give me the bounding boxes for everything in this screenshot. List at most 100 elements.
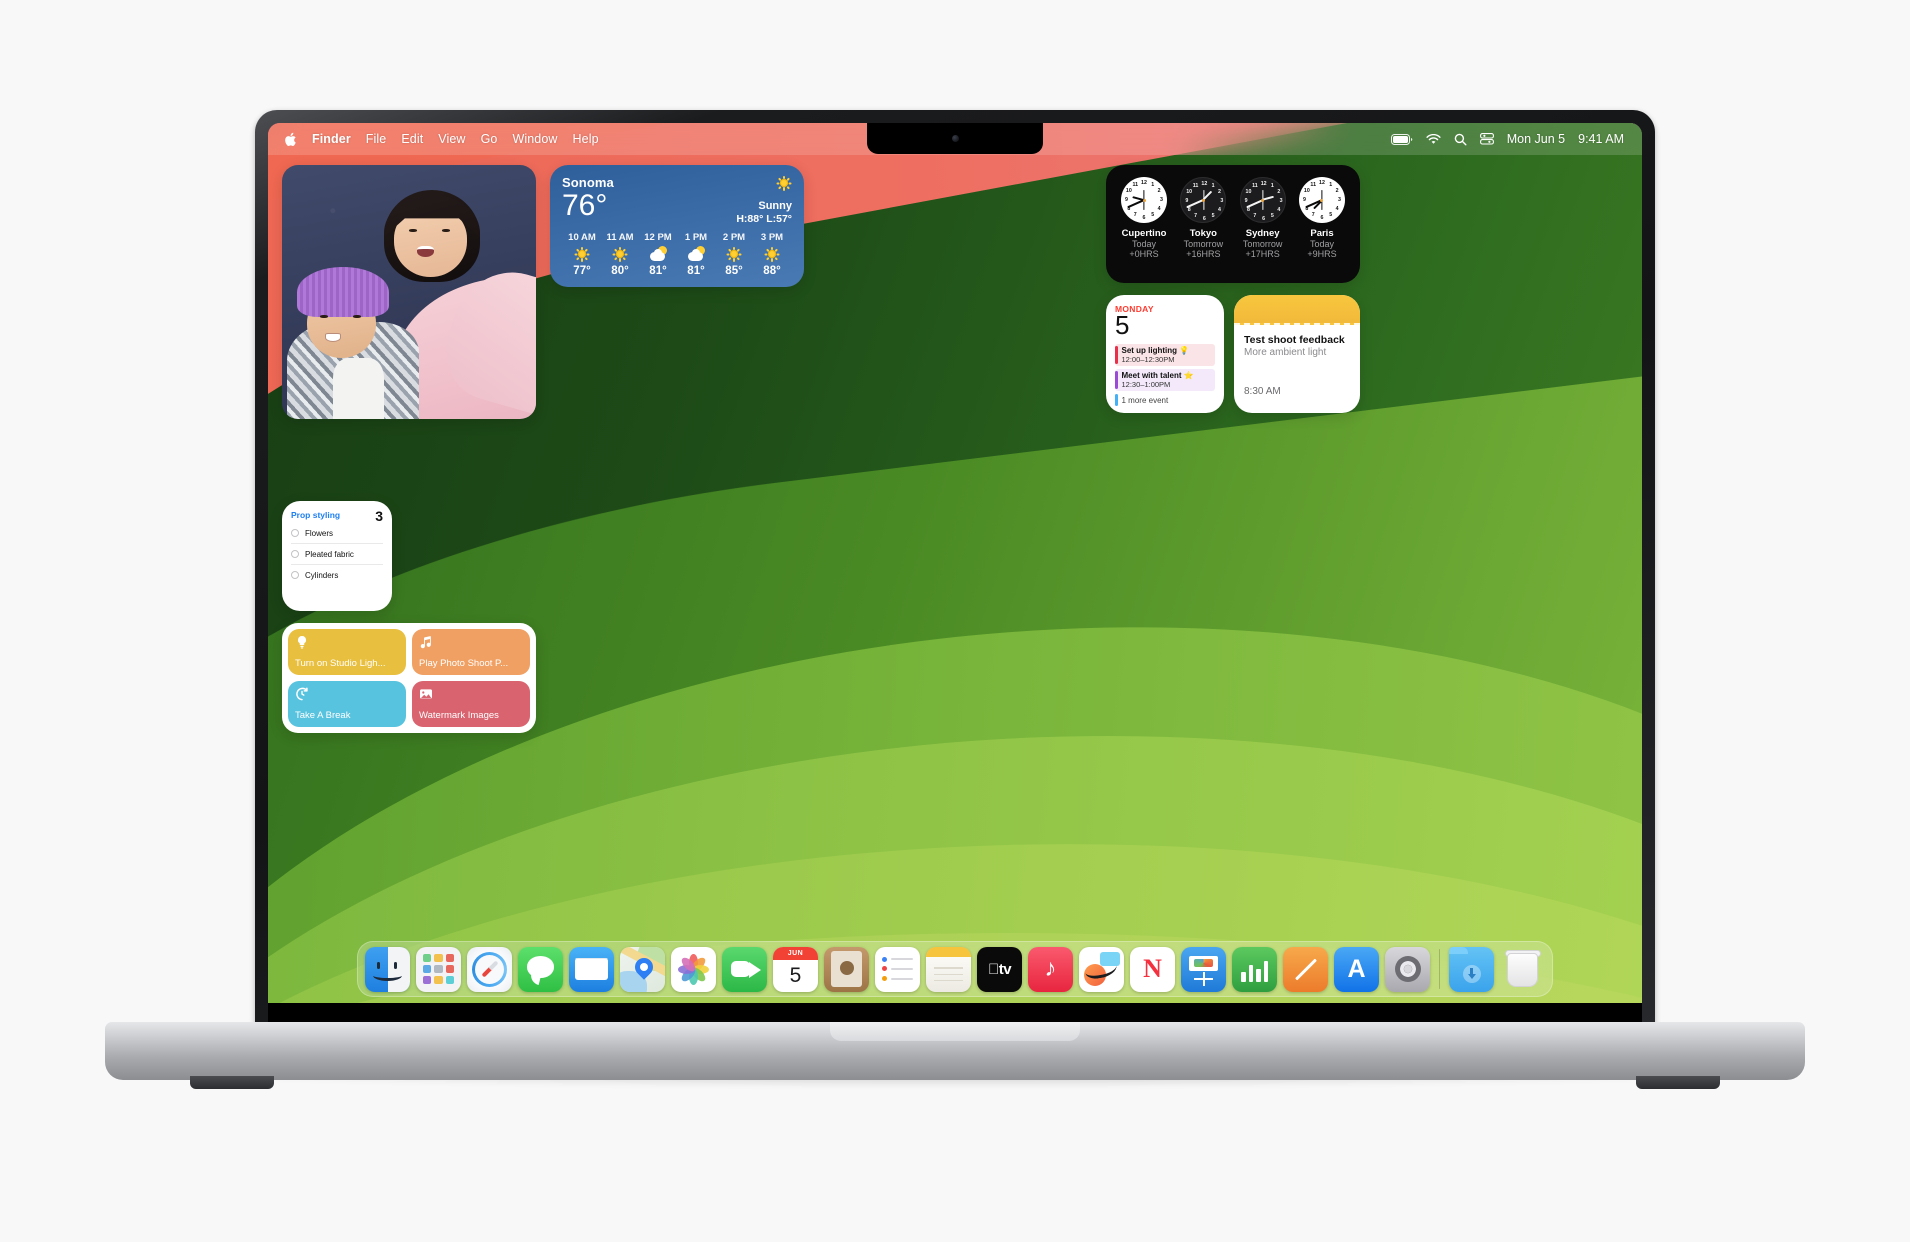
photo-child-shirt — [332, 358, 384, 419]
dock-item-app-store[interactable]: A — [1334, 946, 1379, 992]
dock-item-system-settings[interactable] — [1385, 946, 1430, 992]
dock-item-contacts[interactable] — [824, 946, 869, 992]
clock-numeral: 12 — [1141, 179, 1147, 186]
calendar-event-text: Meet with talent ⭐ 12:30–1:00PM — [1122, 371, 1194, 389]
battery-icon[interactable] — [1390, 133, 1413, 145]
shortcut-tile[interactable]: Turn on Studio Ligh... — [288, 629, 406, 675]
notes-widget[interactable]: Test shoot feedback More ambient light 8… — [1234, 295, 1360, 413]
photos-widget[interactable] — [282, 165, 536, 419]
world-clock-item[interactable]: 12 1 2 3 4 5 6 7 8 9 10 11 Paris Today +9HRS — [1294, 177, 1350, 259]
clock-offset-label: +0HRS — [1129, 249, 1159, 259]
partly-cloudy-icon — [687, 246, 705, 262]
search-icon[interactable] — [1454, 133, 1467, 146]
calendar-event-time: 12:30–1:00PM — [1121, 380, 1171, 390]
reminder-checkbox[interactable] — [291, 571, 299, 580]
dock-item-news[interactable]: N — [1130, 946, 1175, 992]
photo-child-mouth — [325, 332, 342, 342]
reminders-widget[interactable]: Prop styling 3 Flowers Pleated fabric Cyli… — [282, 501, 392, 611]
clock-numeral: 12 — [1201, 180, 1208, 187]
dock-separator — [1439, 949, 1440, 989]
macbook-pro: Finder File Edit View Go Window Help Mon… — [255, 110, 1655, 1030]
dock-item-mail[interactable] — [569, 946, 614, 992]
menu-item-window[interactable]: Window — [512, 132, 557, 146]
menu-item-edit[interactable]: Edit — [401, 132, 423, 146]
dock-item-launchpad[interactable] — [416, 946, 461, 992]
shortcut-tile[interactable]: Play Photo Shoot P... — [412, 629, 530, 675]
clock-numeral: 6 — [1202, 215, 1206, 222]
calendar-more-events[interactable]: 1 more event — [1115, 394, 1215, 407]
dock-item-notes[interactable] — [926, 946, 971, 992]
menu-item-go[interactable]: Go — [481, 132, 498, 146]
dock-item-keynote[interactable] — [1181, 946, 1226, 992]
dock-item-pages[interactable] — [1283, 946, 1328, 992]
calendar-event-list: Set up lighting 💡 12:00–12:30PM Meet with … — [1115, 344, 1215, 407]
world-clock-item[interactable]: 12 1 2 3 4 5 6 7 8 9 10 11 Cupertino Today +0HRS — [1116, 177, 1172, 259]
reminder-checkbox[interactable] — [291, 550, 299, 559]
dock-item-maps[interactable] — [620, 946, 665, 992]
menu-bar-date[interactable]: Mon Jun 5 — [1507, 132, 1565, 146]
world-clock-item[interactable]: 12 1 2 3 4 5 6 7 8 9 10 11 Sydney Tomorrow +17HRS — [1235, 177, 1291, 259]
display-notch — [867, 123, 1043, 154]
dock-item-numbers[interactable] — [1232, 946, 1277, 992]
dock-item-photos[interactable] — [671, 946, 716, 992]
dock-item-finder[interactable] — [365, 946, 410, 992]
world-clock-item[interactable]: 12 1 2 3 4 5 6 7 8 9 10 11 Tokyo Tomorrow +16HRS — [1175, 177, 1231, 259]
dock-item-music[interactable]: ♪ — [1028, 946, 1073, 992]
clock-numeral: 5 — [1270, 213, 1274, 220]
reminder-item[interactable]: Cylinders — [291, 565, 383, 585]
clock-numeral: 7 — [1253, 213, 1257, 220]
apple-logo-icon[interactable] — [284, 132, 297, 147]
timer-icon — [295, 687, 399, 706]
photo-icon — [419, 687, 523, 706]
calendar-event[interactable]: Meet with talent ⭐ 12:30–1:00PM — [1115, 369, 1215, 392]
menu-item-view[interactable]: View — [438, 132, 465, 146]
world-clock-widget[interactable]: 12 1 2 3 4 5 6 7 8 9 10 11 Cupertino Today +0HRS 12 1 2 3 4… — [1106, 165, 1360, 283]
weather-hour-temp: 88° — [763, 265, 781, 277]
reminders-count: 3 — [375, 508, 383, 524]
menu-bar-time[interactable]: 9:41 AM — [1578, 132, 1624, 146]
dock-item-safari[interactable] — [467, 946, 512, 992]
dock-item-trash[interactable] — [1500, 947, 1545, 992]
control-center-icon[interactable] — [1479, 133, 1494, 145]
calendar-widget[interactable]: MONDAY 5 Set up lighting 💡 12:00–12:30PM M… — [1106, 295, 1224, 413]
reminder-item[interactable]: Flowers — [291, 523, 383, 544]
dock-item-reminders[interactable] — [875, 946, 920, 992]
reminder-item[interactable]: Pleated fabric — [291, 544, 383, 565]
calendar-day-number: 5 — [1115, 310, 1130, 340]
photo-woman-mouth — [416, 246, 434, 258]
dock[interactable]: JUN 5 tv♪ N A — [357, 941, 1553, 997]
dock-item-freeform[interactable] — [1079, 946, 1124, 992]
weather-hour-temp: 80° — [611, 265, 629, 277]
clock-city-label: Tokyo — [1189, 228, 1217, 239]
menu-item-file[interactable]: File — [366, 132, 387, 146]
menu-item-help[interactable]: Help — [573, 132, 599, 146]
clock-center-pin — [1261, 198, 1265, 202]
clock-numeral: 2 — [1277, 189, 1281, 196]
reminder-checkbox[interactable] — [291, 529, 299, 538]
dock-item-calendar[interactable]: JUN 5 — [773, 946, 818, 992]
menu-bar-left: Finder File Edit View Go Window Help — [268, 132, 599, 147]
notes-title: Test shoot feedback — [1244, 334, 1345, 346]
shortcut-tile[interactable]: Take A Break — [288, 681, 406, 727]
dock-item-facetime[interactable] — [722, 946, 767, 992]
wifi-icon[interactable] — [1426, 133, 1441, 145]
clock-numeral: 9 — [1303, 197, 1306, 203]
laptop-base — [105, 1022, 1805, 1080]
lightbulb-icon — [295, 635, 399, 654]
shortcut-tile[interactable]: Watermark Images — [412, 681, 530, 727]
clock-day-label: Tomorrow — [1183, 239, 1224, 249]
calendar-event[interactable]: Set up lighting 💡 12:00–12:30PM — [1115, 344, 1215, 367]
clock-numeral: 9 — [1185, 198, 1189, 204]
weather-widget[interactable]: Sonoma 76° Sunny H:88° L:57° 10 AM 77° 1… — [550, 165, 804, 287]
dock-item-downloads[interactable] — [1449, 946, 1494, 992]
weather-high-low: H:88° L:57° — [736, 213, 792, 225]
dock-item-apple-tv[interactable]: tv — [977, 946, 1022, 992]
weather-hour-item: 2 PM 85° — [715, 232, 753, 277]
clock-offset-label: +17HRS — [1245, 249, 1280, 259]
menu-item-finder[interactable]: Finder — [312, 132, 351, 146]
clock-numeral: 5 — [1211, 213, 1215, 220]
clock-face: 12 1 2 3 4 5 6 7 8 9 10 11 — [1298, 177, 1345, 223]
clock-numeral: 11 — [1192, 182, 1199, 189]
dock-item-messages[interactable] — [518, 946, 563, 992]
shortcuts-widget[interactable]: Turn on Studio Ligh... Play Photo Shoot P… — [282, 623, 536, 733]
